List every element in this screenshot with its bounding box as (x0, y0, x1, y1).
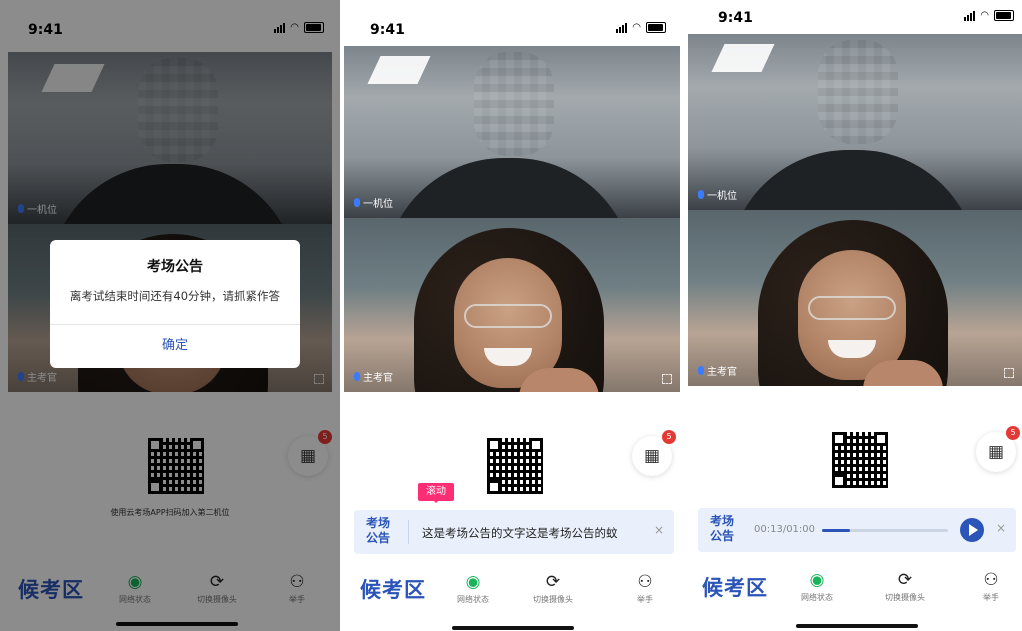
switch-camera-icon: ⟳ (545, 572, 561, 592)
ceiling-light (367, 56, 431, 84)
announcement-dialog: 考场公告 离考试结束时间还有40分钟，请抓紧作答 确定 (50, 240, 300, 368)
tabbar-title: 候考区 (360, 578, 426, 602)
wifi-icon: ◉ (809, 570, 825, 590)
person-body (384, 158, 634, 218)
phone-screen-1: 9:41 ◠ 一机位 主考官 使用云考场APP扫码加入第二机位 ▦ 5 候考区 (0, 0, 340, 631)
camera-view-1[interactable]: 一机位 (344, 46, 680, 218)
phone-screen-3: 9:41 ◠ 一机位 主考官 ▦ 5 考场公告 00:13/01:00 × 候考… (684, 0, 1022, 631)
notice-bar[interactable]: 考场公告 这是考场公告的文字这是考场公告的蚊 × (354, 510, 674, 554)
audio-progress-fill (822, 529, 850, 532)
qr-code (487, 438, 543, 494)
signal-icon (964, 10, 976, 21)
raise-hand-icon: ⚇ (983, 570, 999, 590)
notification-badge: 5 (662, 430, 676, 444)
mic-icon (354, 198, 360, 207)
camera-label-text: 一机位 (363, 199, 393, 210)
camera-label: 主考官 (698, 363, 737, 378)
person-glasses (808, 296, 896, 320)
status-icons: ◠ (964, 10, 1014, 21)
status-icons: ◠ (616, 22, 666, 33)
audio-time: 00:13/01:00 (754, 524, 816, 535)
camera-label-text: 主考官 (363, 373, 393, 384)
tab-switch-camera[interactable]: ⟳ 切换摄像头 (518, 572, 588, 605)
camera-label: 主考官 (354, 369, 393, 384)
fullscreen-icon[interactable] (1004, 368, 1014, 378)
tab-raise-hand[interactable]: ⚇ 举手 (956, 570, 1022, 603)
camera-label: 一机位 (354, 195, 393, 210)
apps-grid-icon: ▦ (643, 446, 661, 466)
tab-label: 网络状态 (801, 593, 833, 602)
camera-view-2[interactable]: 主考官 (688, 210, 1022, 386)
camera-view-1[interactable]: 一机位 (688, 34, 1022, 210)
wifi-icon: ◠ (632, 22, 641, 33)
home-indicator (796, 624, 918, 628)
tab-network-status[interactable]: ◉ 网络状态 (438, 572, 508, 605)
apps-button[interactable]: ▦ 5 (976, 426, 1020, 472)
apps-button[interactable]: ▦ 5 (632, 430, 676, 476)
status-bar: 9:41 ◠ (342, 0, 682, 46)
scroll-tag: 滚动 (418, 483, 454, 503)
tab-label: 切换摄像头 (533, 595, 573, 604)
ceiling-light (711, 44, 775, 72)
play-icon[interactable] (960, 518, 984, 542)
mic-icon (354, 372, 360, 381)
tab-network-status[interactable]: ◉ 网络状态 (782, 570, 852, 603)
raise-hand-icon: ⚇ (637, 572, 653, 592)
status-time: 9:41 (370, 22, 405, 38)
wifi-icon: ◉ (465, 572, 481, 592)
camera-label-text: 主考官 (707, 367, 737, 378)
person-glasses (464, 304, 552, 328)
person-head-pixelated (818, 40, 898, 144)
signal-icon (616, 22, 628, 33)
close-icon[interactable]: × (996, 521, 1006, 535)
close-icon[interactable]: × (654, 523, 664, 537)
notice-divider (408, 520, 409, 544)
mic-icon (698, 366, 704, 375)
tabbar-title: 候考区 (702, 576, 768, 600)
dialog-title: 考场公告 (147, 259, 203, 275)
switch-camera-icon: ⟳ (897, 570, 913, 590)
tab-raise-hand[interactable]: ⚇ 举手 (610, 572, 680, 605)
audio-progress-track[interactable] (822, 529, 948, 532)
tab-label: 举手 (983, 593, 999, 602)
tab-bar: 候考区 ◉ 网络状态 ⟳ 切换摄像头 ⚇ 举手 (342, 566, 682, 620)
dialog-message: 离考试结束时间还有40分钟，请抓紧作答 (69, 289, 281, 303)
notice-label: 考场公告 (366, 516, 391, 545)
apps-grid-icon: ▦ (987, 442, 1005, 462)
notification-badge: 5 (1006, 426, 1020, 440)
camera-view-2[interactable]: 主考官 (344, 218, 680, 392)
notice-label: 考场公告 (710, 514, 735, 543)
notice-text: 这是考场公告的文字这是考场公告的蚊 (422, 526, 618, 540)
person-body (728, 150, 978, 210)
wifi-icon: ◠ (980, 10, 989, 21)
tab-label: 网络状态 (457, 595, 489, 604)
battery-icon (994, 10, 1014, 21)
battery-icon (646, 22, 666, 33)
mic-icon (698, 190, 704, 199)
status-time: 9:41 (718, 10, 753, 26)
tab-bar: 候考区 ◉ 网络状态 ⟳ 切换摄像头 ⚇ 举手 (684, 564, 1022, 618)
fullscreen-icon[interactable] (662, 374, 672, 384)
camera-label: 一机位 (698, 187, 737, 202)
tab-label: 举手 (637, 595, 653, 604)
status-bar: 9:41 ◠ (684, 0, 1022, 34)
phone-screen-2: 9:41 ◠ 一机位 主考官 ▦ 5 滚动 考场公告 这是考场公告的文字这是考场… (342, 0, 682, 631)
confirm-button[interactable]: 确定 (50, 324, 300, 368)
tab-switch-camera[interactable]: ⟳ 切换摄像头 (870, 570, 940, 603)
tab-label: 切换摄像头 (885, 593, 925, 602)
camera-label-text: 一机位 (707, 191, 737, 202)
person-head-pixelated (474, 52, 554, 156)
home-indicator (452, 626, 574, 630)
qr-code (832, 432, 888, 488)
audio-notice-bar[interactable]: 考场公告 00:13/01:00 × (698, 508, 1016, 552)
